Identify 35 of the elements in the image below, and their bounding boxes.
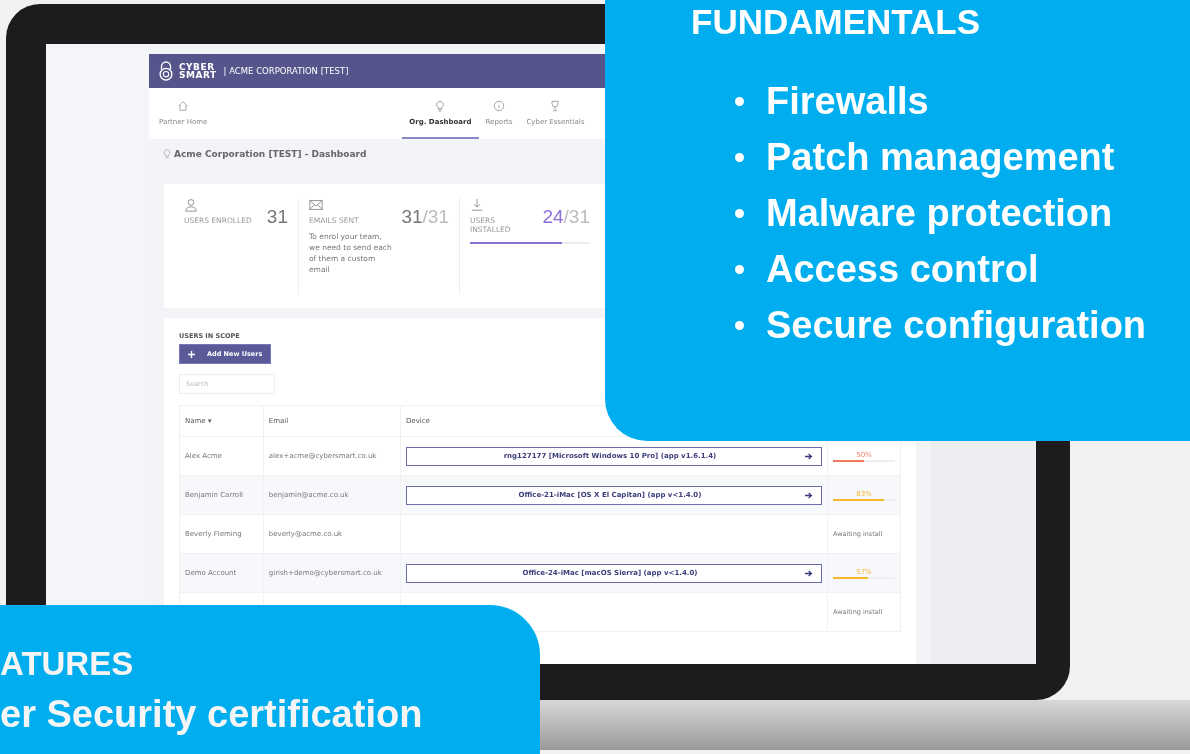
list-item: Secure configuration (766, 305, 1147, 345)
arrow-icon (805, 452, 813, 460)
plus-icon (188, 350, 195, 358)
bullet-icon (735, 320, 744, 330)
info-icon (492, 99, 505, 112)
user-icon (184, 198, 198, 212)
panel-title: FUNDAMENTALS (691, 2, 982, 42)
progress-bar (833, 498, 895, 501)
progress-bar (833, 459, 895, 462)
home-icon (177, 99, 189, 112)
bullet-icon (735, 208, 744, 218)
bullet-icon (735, 96, 744, 106)
bullet-icon (735, 264, 744, 274)
padlock-icon (157, 61, 175, 81)
lightbulb-icon (434, 99, 447, 112)
arrow-icon (805, 569, 813, 577)
stat-value: 31/31 (401, 206, 449, 229)
list-item: Firewalls (766, 81, 929, 121)
list-item: Access control (766, 249, 1039, 289)
stat-value: 31 (266, 206, 288, 228)
download-icon (470, 198, 484, 212)
trophy-icon (549, 99, 562, 112)
bullet-icon (735, 152, 744, 162)
organization-title: | ACME CORPORATION [TEST] (223, 66, 350, 76)
arrow-icon (805, 491, 813, 499)
envelope-icon (309, 198, 323, 212)
stat-value: 24/31 (542, 206, 590, 229)
page-title: Acme Corporation [TEST] - Dashboard (174, 149, 367, 159)
progress-bar (833, 576, 895, 579)
logo-text: CYBER SMART (179, 63, 217, 79)
lightbulb-icon (163, 148, 171, 160)
panel-text: ATURES (0, 645, 135, 683)
list-item: Malware protection (766, 193, 1113, 233)
panel-text: er Security certification (0, 693, 424, 736)
list-item: Patch management (766, 137, 1115, 177)
